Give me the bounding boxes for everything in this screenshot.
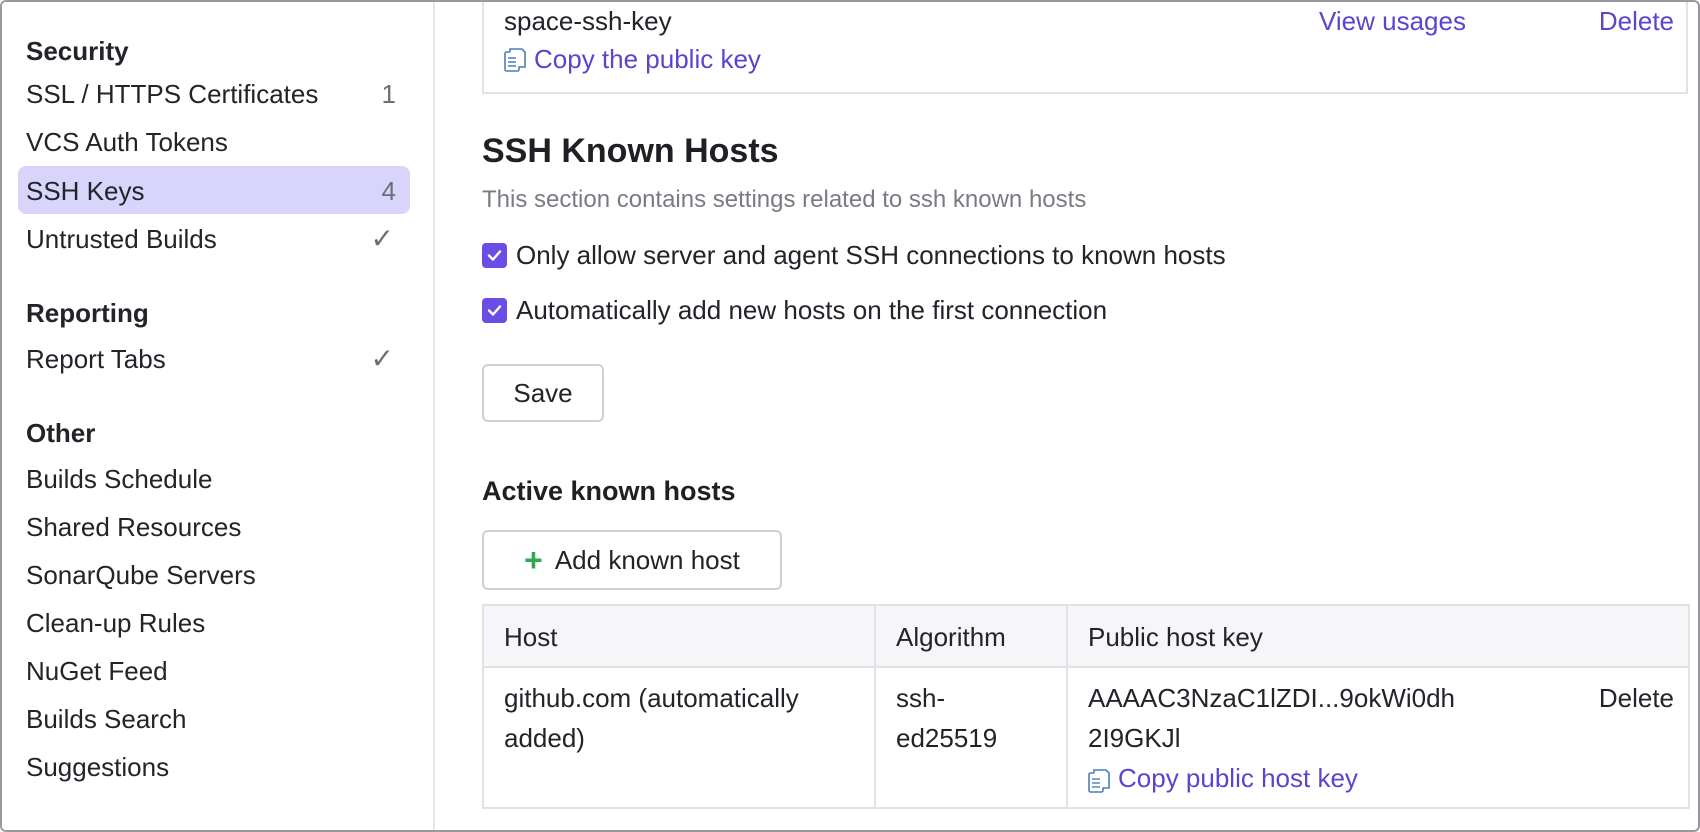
window-frame: Security SSL / HTTPS Certificates 1 VCS … <box>0 0 1700 832</box>
sidebar-item-label: Untrusted Builds <box>26 224 217 254</box>
section-description: This section contains settings related t… <box>482 186 1087 213</box>
checkmark-icon <box>487 305 502 316</box>
save-button[interactable]: Save <box>482 364 604 422</box>
checkmark-icon: ✓ <box>370 223 394 254</box>
sidebar-item-label: SSL / HTTPS Certificates <box>26 79 319 109</box>
checkmark-icon: ✓ <box>370 343 394 374</box>
sidebar-item-nuget-feed[interactable]: NuGet Feed <box>18 646 410 694</box>
sidebar-item-label: Shared Resources <box>26 512 242 542</box>
sidebar-item-label: Builds Search <box>26 704 187 734</box>
checkmark-icon <box>487 250 502 261</box>
only-known-hosts-option[interactable]: Only allow server and agent SSH connecti… <box>482 240 1226 271</box>
sidebar-item-label: Report Tabs <box>26 344 166 374</box>
delete-host-link[interactable]: Delete <box>1599 678 1674 718</box>
sidebar-item-label: SonarQube Servers <box>26 560 256 590</box>
count-badge: 1 <box>381 79 396 109</box>
plus-icon: + <box>524 542 543 578</box>
public-host-key-text: AAAAC3NzaC1lZDI...9okWi0dh <box>1088 683 1456 713</box>
column-divider <box>874 606 876 807</box>
copy-public-host-key-label: Copy public host key <box>1118 763 1358 793</box>
table-header-row: Host Algorithm Public host key <box>484 606 1688 668</box>
algorithm-text: ssh- <box>896 683 946 713</box>
sidebar-item-untrusted-builds[interactable]: Untrusted Builds ✓ <box>18 214 410 262</box>
auto-add-hosts-option[interactable]: Automatically add new hosts on the first… <box>482 295 1107 326</box>
sidebar-item-label: Clean-up Rules <box>26 608 206 638</box>
section-title: SSH Known Hosts <box>482 132 779 170</box>
only-known-hosts-checkbox[interactable] <box>482 243 507 268</box>
sidebar-item-label: Suggestions <box>26 752 170 782</box>
sidebar-item-builds-schedule[interactable]: Builds Schedule <box>18 454 410 502</box>
copy-document-icon <box>504 47 526 73</box>
column-header-public-host-key: Public host key <box>1088 622 1263 652</box>
settings-sidebar: Security SSL / HTTPS Certificates 1 VCS … <box>2 2 435 830</box>
auto-add-hosts-label: Automatically add new hosts on the first… <box>516 295 1108 325</box>
public-host-key-cell: AAAAC3NzaC1lZDI...9okWi0dh 2I9GKJl Copy … <box>1088 678 1455 798</box>
host-cell: github.com (automatically added) <box>504 678 799 758</box>
ssh-key-name: space-ssh-key <box>504 6 672 36</box>
active-known-hosts-heading: Active known hosts <box>482 476 736 506</box>
copy-public-key-link[interactable]: Copy the public key <box>504 44 761 75</box>
ssh-key-card: space-ssh-key View usages Delete Copy th… <box>482 2 1688 94</box>
copy-public-key-label: Copy the public key <box>534 44 761 74</box>
sidebar-item-builds-search[interactable]: Builds Search <box>18 694 410 742</box>
algorithm-cell: ssh- ed25519 <box>896 678 997 758</box>
auto-add-hosts-checkbox[interactable] <box>482 298 507 323</box>
public-host-key-text: 2I9GKJl <box>1088 723 1181 753</box>
sidebar-item-vcs-auth-tokens[interactable]: VCS Auth Tokens <box>18 117 410 165</box>
group-title-other: Other <box>26 418 96 448</box>
sidebar-item-label: VCS Auth Tokens <box>26 127 228 157</box>
sidebar-item-sonarqube-servers[interactable]: SonarQube Servers <box>18 550 410 598</box>
sidebar-item-shared-resources[interactable]: Shared Resources <box>18 502 410 550</box>
sidebar-item-suggestions[interactable]: Suggestions <box>18 742 410 790</box>
sidebar-item-label: NuGet Feed <box>26 656 168 686</box>
copy-public-host-key-link[interactable]: Copy public host key <box>1088 758 1455 798</box>
column-header-host: Host <box>504 622 558 652</box>
add-known-host-button[interactable]: + Add known host <box>482 530 782 590</box>
count-badge: 4 <box>381 176 396 206</box>
delete-key-link[interactable]: Delete <box>1599 6 1674 37</box>
column-divider <box>1066 606 1068 807</box>
group-title-security: Security <box>26 36 129 66</box>
host-text: github.com (automatically <box>504 683 799 713</box>
sidebar-item-label: Builds Schedule <box>26 464 213 494</box>
sidebar-item-label: SSH Keys <box>26 176 145 206</box>
main-content: space-ssh-key View usages Delete Copy th… <box>437 2 1698 830</box>
known-hosts-table: Host Algorithm Public host key github.co… <box>482 604 1690 809</box>
sidebar-item-ssl-certificates[interactable]: SSL / HTTPS Certificates 1 <box>18 69 410 117</box>
group-title-reporting: Reporting <box>26 298 149 328</box>
column-header-algorithm: Algorithm <box>896 622 1006 652</box>
host-text: added) <box>504 723 585 753</box>
algorithm-text: ed25519 <box>896 723 998 753</box>
add-known-host-label: Add known host <box>554 544 740 575</box>
view-usages-link[interactable]: View usages <box>1319 6 1466 37</box>
only-known-hosts-label: Only allow server and agent SSH connecti… <box>516 240 1226 270</box>
copy-document-icon <box>1088 765 1110 793</box>
sidebar-item-ssh-keys[interactable]: SSH Keys 4 <box>18 166 410 214</box>
sidebar-item-report-tabs[interactable]: Report Tabs ✓ <box>18 334 410 382</box>
sidebar-item-clean-up-rules[interactable]: Clean-up Rules <box>18 598 410 646</box>
